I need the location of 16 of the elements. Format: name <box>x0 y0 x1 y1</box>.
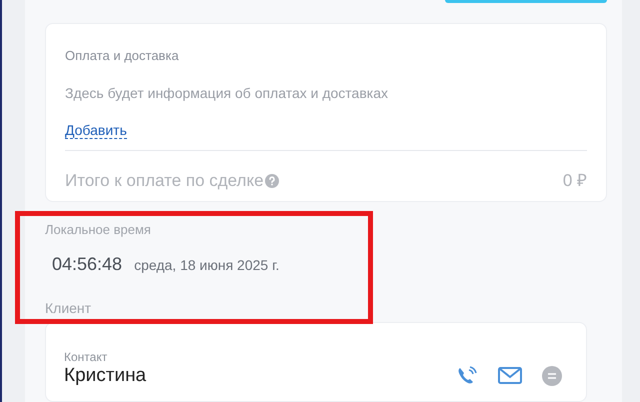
local-time-label: Локальное время <box>45 221 152 239</box>
contact-name: Кристина <box>64 365 146 387</box>
add-link[interactable]: Добавить <box>65 121 127 139</box>
phone-icon[interactable] <box>456 366 478 386</box>
local-date: среда, 18 июня 2025 г. <box>134 256 280 274</box>
top-button[interactable] <box>445 0 607 3</box>
total-value: 0 ₽ <box>562 171 587 191</box>
chat-icon[interactable] <box>542 366 562 386</box>
contact-label: Контакт <box>64 350 108 365</box>
help-icon[interactable] <box>264 174 279 188</box>
total-label: Итого к оплате по сделке <box>65 171 264 191</box>
card-title: Оплата и доставка <box>65 47 180 65</box>
client-label: Клиент <box>45 299 92 317</box>
local-time: 04:56:48 <box>52 253 122 275</box>
info-text: Здесь будет информация об оплатах и доставках <box>65 84 389 102</box>
mail-icon[interactable] <box>498 366 522 384</box>
